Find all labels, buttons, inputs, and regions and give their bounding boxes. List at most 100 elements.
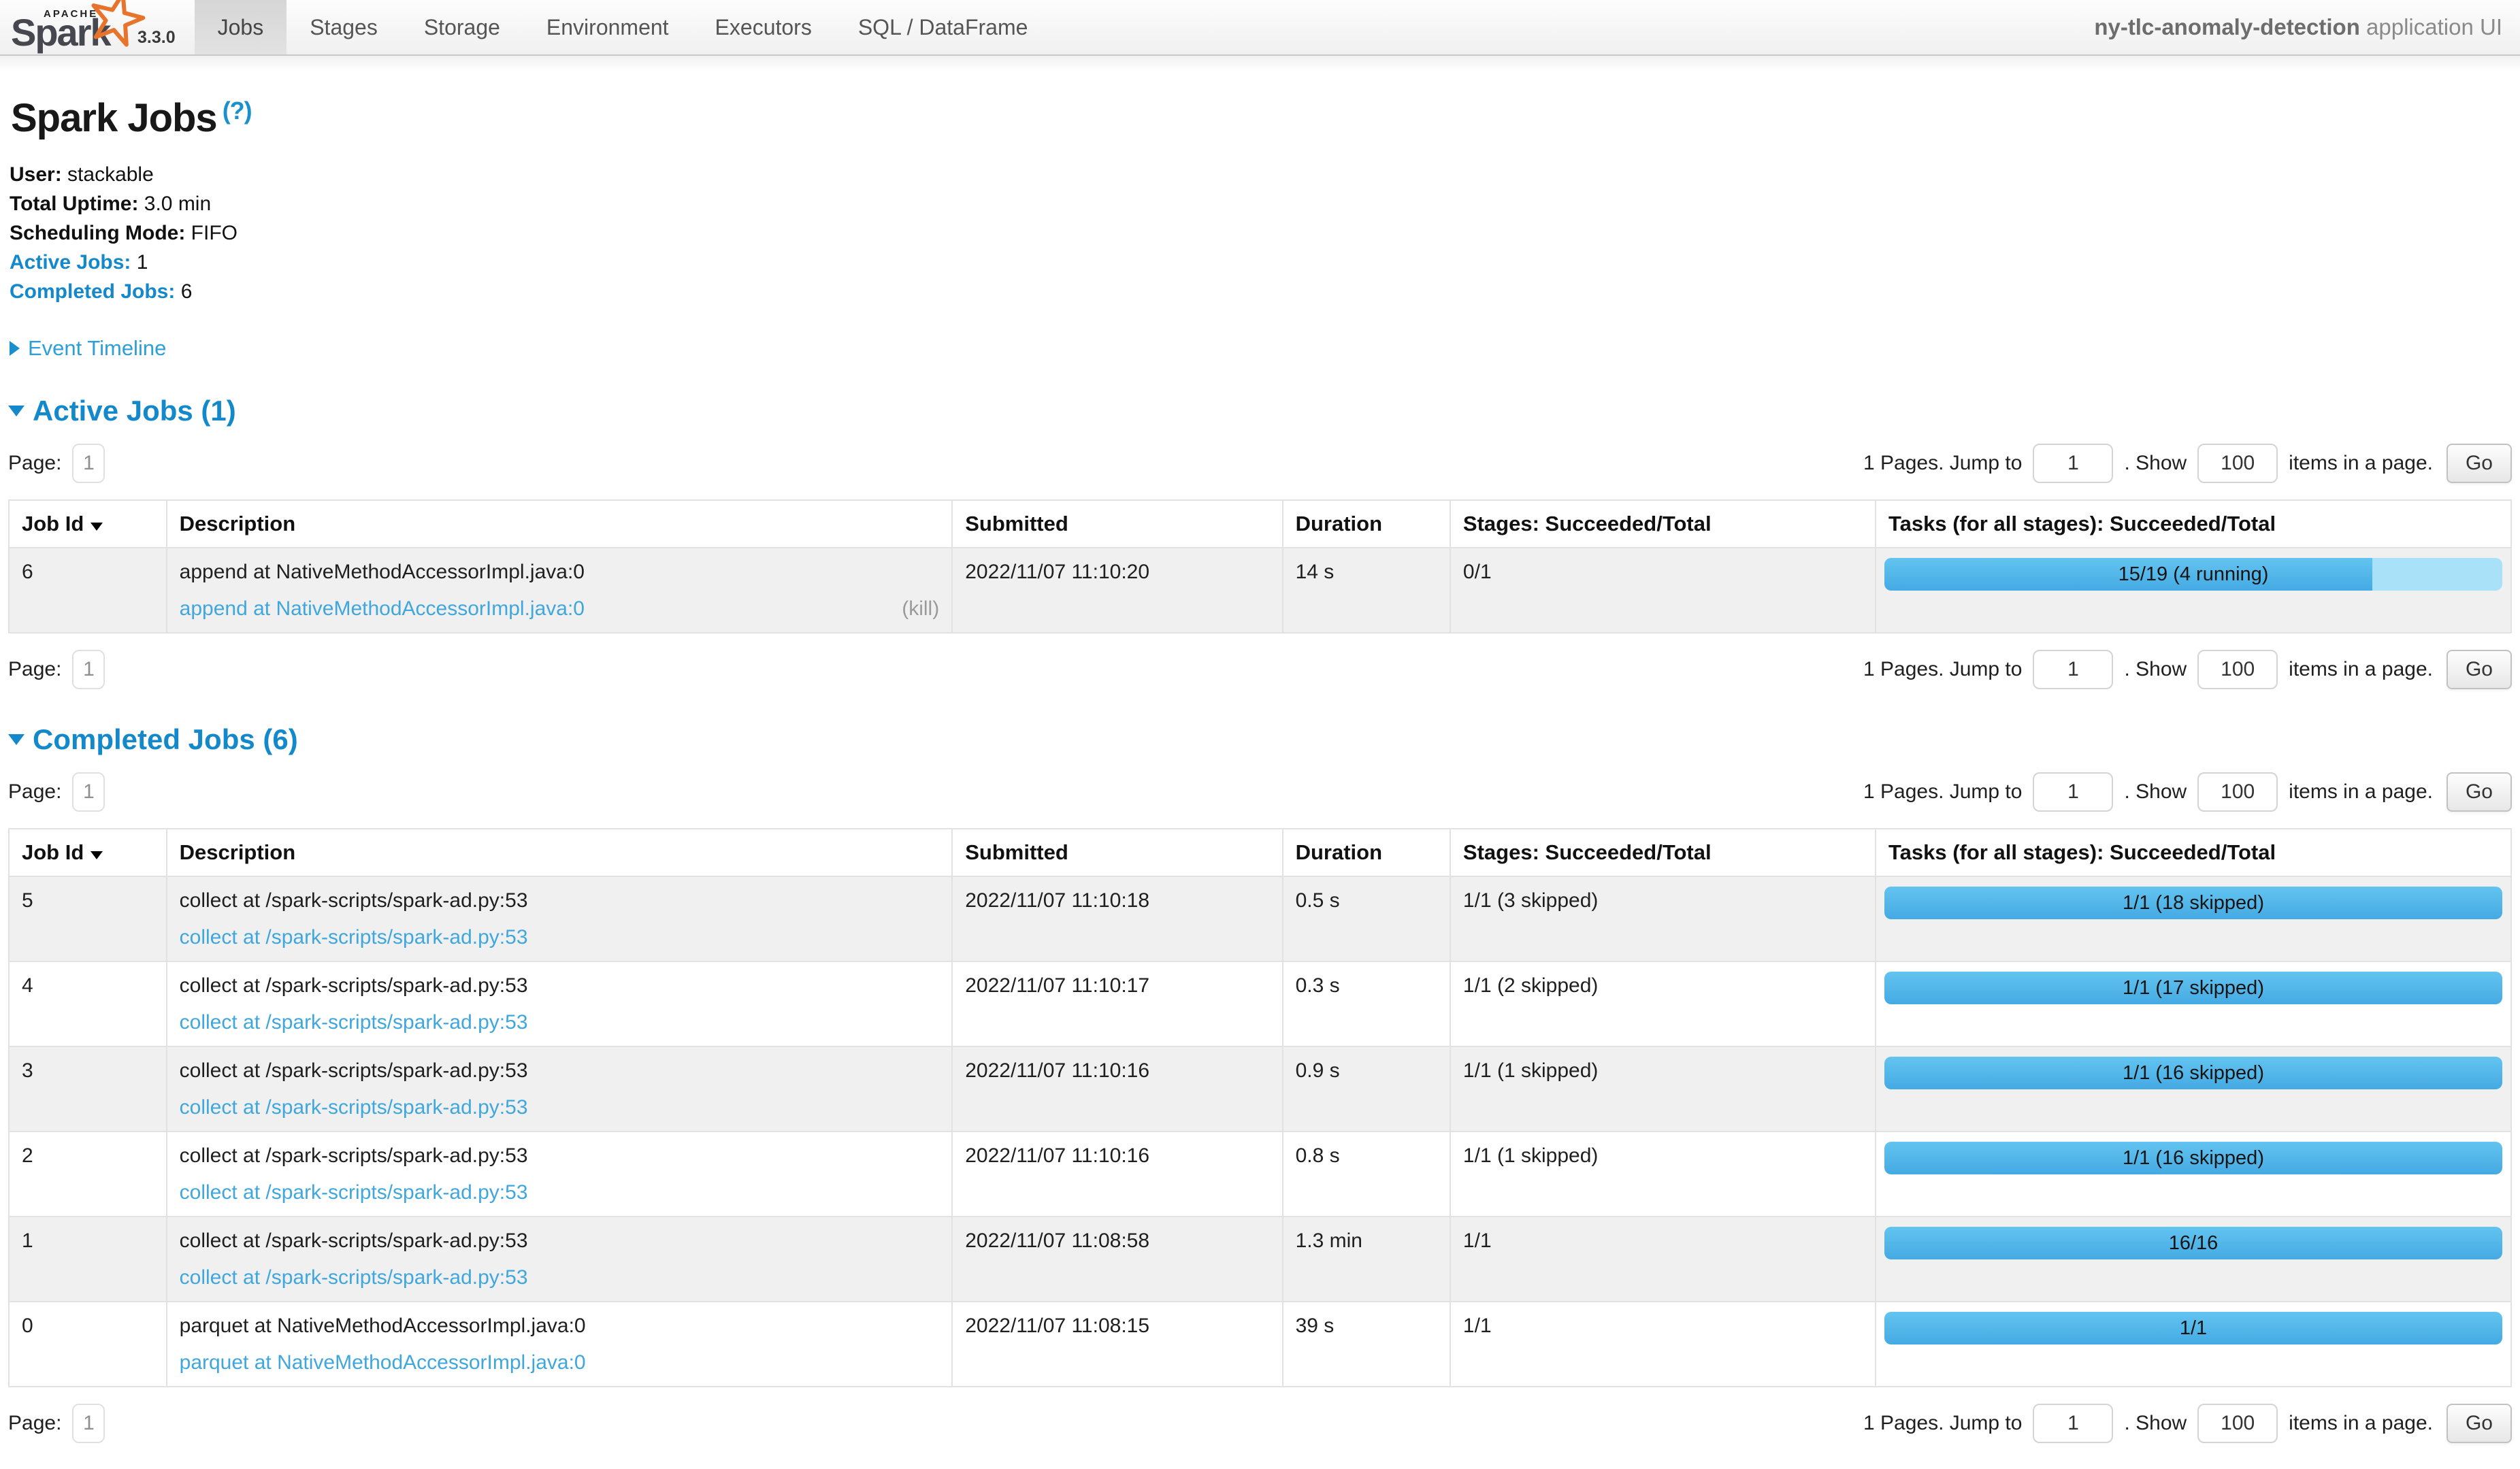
duration-cell: 0.5 s	[1283, 876, 1450, 961]
description-cell: collect at /spark-scripts/spark-ad.py:53…	[167, 876, 953, 961]
progress-label: 15/19 (4 running)	[1884, 558, 2502, 591]
submitted-cell: 2022/11/07 11:10:16	[952, 1046, 1282, 1132]
pagination-bar: Page: 1 Pages. Jump to . Show items in a…	[8, 772, 2512, 812]
page-number-input[interactable]	[72, 772, 105, 812]
go-button[interactable]: Go	[2447, 1404, 2512, 1443]
tab-environment[interactable]: Environment	[523, 0, 692, 54]
job-detail-link[interactable]: parquet at NativeMethodAccessorImpl.java…	[180, 1350, 586, 1376]
page-number-input[interactable]	[72, 650, 105, 689]
kill-link[interactable]: (kill)	[902, 596, 939, 622]
chevron-right-icon	[10, 341, 20, 356]
jump-to-input[interactable]	[2033, 444, 2113, 483]
tasks-cell: 16/16	[1876, 1217, 2511, 1302]
tab-jobs[interactable]: Jobs	[195, 0, 287, 54]
jump-to-input[interactable]	[2033, 772, 2113, 812]
section-header-active-jobs[interactable]: Active Jobs (1)	[8, 395, 2512, 427]
jump-to-input[interactable]	[2033, 650, 2113, 689]
summary-label[interactable]: Active Jobs:	[10, 251, 131, 274]
job-detail-link[interactable]: collect at /spark-scripts/spark-ad.py:53	[180, 1010, 528, 1036]
pages-jump-label: 1 Pages. Jump to	[1863, 1412, 2022, 1435]
section-title-label: Completed Jobs (6)	[33, 723, 298, 756]
job-detail-link[interactable]: collect at /spark-scripts/spark-ad.py:53	[180, 1265, 528, 1291]
tab-sql-dataframe[interactable]: SQL / DataFrame	[835, 0, 1051, 54]
job-id-cell: 2	[9, 1132, 167, 1217]
spark-logo[interactable]: APACHE Spark 3.3.0	[0, 0, 182, 54]
page-selector: Page:	[8, 444, 105, 483]
description-cell: collect at /spark-scripts/spark-ad.py:53…	[167, 961, 953, 1046]
duration-cell: 39 s	[1283, 1302, 1450, 1387]
column-header-description[interactable]: Description	[167, 500, 953, 548]
column-header-description[interactable]: Description	[167, 829, 953, 876]
column-header-submitted[interactable]: Submitted	[952, 500, 1282, 548]
page-number-input[interactable]	[72, 444, 105, 483]
page-jump-controls: 1 Pages. Jump to . Show items in a page.…	[1863, 1404, 2512, 1443]
job-detail-link[interactable]: append at NativeMethodAccessorImpl.java:…	[180, 596, 585, 622]
spark-star-icon	[87, 0, 146, 49]
job-detail-link[interactable]: collect at /spark-scripts/spark-ad.py:53	[180, 1180, 528, 1206]
job-description-text: collect at /spark-scripts/spark-ad.py:53	[180, 1228, 940, 1254]
section-header-completed-jobs[interactable]: Completed Jobs (6)	[8, 723, 2512, 756]
tasks-cell: 1/1 (16 skipped)	[1876, 1132, 2511, 1217]
description-cell: collect at /spark-scripts/spark-ad.py:53…	[167, 1132, 953, 1217]
column-header-job-id[interactable]: Job Id	[9, 500, 167, 548]
submitted-cell: 2022/11/07 11:10:20	[952, 548, 1282, 633]
job-description-text: parquet at NativeMethodAccessorImpl.java…	[180, 1313, 940, 1339]
column-header-job-id[interactable]: Job Id	[9, 829, 167, 876]
summary-list: User: stackableTotal Uptime: 3.0 minSche…	[10, 160, 2512, 306]
job-description-text: append at NativeMethodAccessorImpl.java:…	[180, 559, 940, 585]
items-per-page-label: items in a page.	[2289, 1412, 2433, 1435]
show-label: . Show	[2124, 452, 2187, 475]
pages-jump-label: 1 Pages. Jump to	[1863, 658, 2022, 681]
page-size-input[interactable]	[2197, 444, 2278, 483]
event-timeline-toggle[interactable]: Event Timeline	[10, 336, 2512, 361]
job-description-text: collect at /spark-scripts/spark-ad.py:53	[180, 1058, 940, 1084]
column-header-duration[interactable]: Duration	[1283, 500, 1450, 548]
page-number-input[interactable]	[72, 1404, 105, 1443]
go-button[interactable]: Go	[2447, 444, 2512, 483]
show-label: . Show	[2124, 1412, 2187, 1435]
pagination-bar: Page: 1 Pages. Jump to . Show items in a…	[8, 444, 2512, 483]
page-size-input[interactable]	[2197, 1404, 2278, 1443]
tab-storage[interactable]: Storage	[401, 0, 523, 54]
column-header-tasks-for-all-stages-succeeded-total[interactable]: Tasks (for all stages): Succeeded/Total	[1876, 500, 2511, 548]
stages-cell: 1/1 (1 skipped)	[1450, 1132, 1876, 1217]
summary-item-total-uptime: Total Uptime: 3.0 min	[10, 189, 2512, 218]
navbar-shadow	[0, 56, 2520, 72]
go-button[interactable]: Go	[2447, 772, 2512, 812]
pagination-bar: Page: 1 Pages. Jump to . Show items in a…	[8, 650, 2512, 689]
summary-label: User:	[10, 163, 62, 186]
pages-jump-label: 1 Pages. Jump to	[1863, 452, 2022, 475]
column-header-stages-succeeded-total[interactable]: Stages: Succeeded/Total	[1450, 500, 1876, 548]
go-button[interactable]: Go	[2447, 650, 2512, 689]
page-size-input[interactable]	[2197, 650, 2278, 689]
summary-label[interactable]: Completed Jobs:	[10, 280, 175, 303]
help-link[interactable]: (?)	[223, 97, 252, 125]
column-header-tasks-for-all-stages-succeeded-total[interactable]: Tasks (for all stages): Succeeded/Total	[1876, 829, 2511, 876]
tasks-progress-bar: 1/1 (18 skipped)	[1884, 887, 2502, 919]
summary-item-scheduling-mode: Scheduling Mode: FIFO	[10, 218, 2512, 248]
summary-item-active-jobs: Active Jobs: 1	[10, 248, 2512, 277]
nav-tabs: JobsStagesStorageEnvironmentExecutorsSQL…	[195, 0, 1051, 54]
column-header-stages-succeeded-total[interactable]: Stages: Succeeded/Total	[1450, 829, 1876, 876]
column-header-submitted[interactable]: Submitted	[952, 829, 1282, 876]
tab-stages[interactable]: Stages	[287, 0, 401, 54]
job-id-cell: 5	[9, 876, 167, 961]
description-cell: collect at /spark-scripts/spark-ad.py:53…	[167, 1046, 953, 1132]
tab-executors[interactable]: Executors	[692, 0, 835, 54]
job-id-cell: 3	[9, 1046, 167, 1132]
page-size-input[interactable]	[2197, 772, 2278, 812]
page-label: Page:	[8, 452, 61, 475]
jump-to-input[interactable]	[2033, 1404, 2113, 1443]
duration-cell: 1.3 min	[1283, 1217, 1450, 1302]
column-header-duration[interactable]: Duration	[1283, 829, 1450, 876]
job-detail-link[interactable]: collect at /spark-scripts/spark-ad.py:53	[180, 925, 528, 951]
job-id-cell: 6	[9, 548, 167, 633]
table-header-row: Job IdDescriptionSubmittedDurationStages…	[9, 829, 2511, 876]
summary-value: 3.0 min	[144, 193, 211, 215]
stages-cell: 1/1 (3 skipped)	[1450, 876, 1876, 961]
stages-cell: 1/1 (2 skipped)	[1450, 961, 1876, 1046]
job-detail-link[interactable]: collect at /spark-scripts/spark-ad.py:53	[180, 1095, 528, 1121]
summary-value: 1	[137, 251, 148, 274]
stages-cell: 1/1	[1450, 1217, 1876, 1302]
show-label: . Show	[2124, 658, 2187, 681]
